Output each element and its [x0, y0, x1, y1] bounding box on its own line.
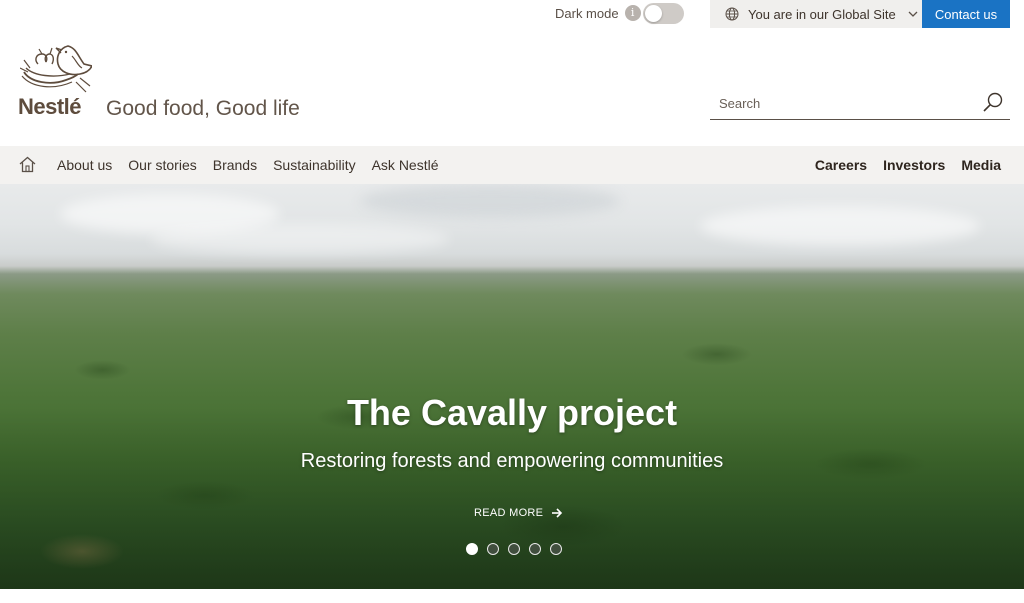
carousel-dot-3[interactable] [508, 543, 520, 555]
cloud [150, 224, 450, 254]
nav-investors[interactable]: Investors [883, 157, 945, 173]
cloud [360, 184, 620, 218]
info-icon[interactable]: i [624, 5, 641, 21]
site-selector-label: You are in our Global Site [748, 6, 896, 22]
nav-our-stories[interactable]: Our stories [128, 157, 196, 173]
nav-brands[interactable]: Brands [213, 157, 257, 173]
read-more-label: READ MORE [474, 507, 544, 519]
cloud [700, 206, 980, 246]
carousel-dot-4[interactable] [529, 543, 541, 555]
nest-birds-logo-icon [20, 45, 92, 93]
nav-about-us[interactable]: About us [57, 157, 112, 173]
secondary-nav-links: Careers Investors Media [799, 146, 1001, 184]
nav-ask-nestle[interactable]: Ask Nestlé [372, 157, 439, 173]
dark-mode-toggle[interactable] [643, 3, 684, 24]
nav-media[interactable]: Media [961, 157, 1001, 173]
globe-icon [725, 7, 739, 21]
logo-wordmark: Nestlé [18, 94, 82, 119]
carousel-pagination [466, 543, 571, 557]
site-selector[interactable]: You are in our Global Site [710, 0, 922, 28]
hero-title: The Cavally project [346, 392, 678, 433]
utility-bar: Dark mode i You are in our Global Site C… [0, 0, 1024, 28]
arrow-right-icon [552, 508, 563, 518]
carousel-dot-5[interactable] [550, 543, 562, 555]
tagline: Good food, Good life [106, 97, 300, 120]
contact-us-button[interactable]: Contact us [922, 0, 1010, 28]
hero-subtitle: Restoring forests and empowering communi… [300, 450, 724, 472]
dark-mode-control: Dark mode i [555, 3, 641, 23]
primary-nav-links: About us Our stories Brands Sustainabili… [57, 146, 455, 184]
carousel-dot-1[interactable] [466, 543, 478, 555]
nav-sustainability[interactable]: Sustainability [273, 157, 356, 173]
nestle-logo[interactable]: Nestlé [18, 42, 94, 120]
dark-mode-label: Dark mode [555, 5, 619, 21]
nav-careers[interactable]: Careers [815, 157, 867, 173]
toggle-knob [645, 5, 662, 22]
home-icon[interactable] [19, 156, 36, 173]
chevron-down-icon [908, 11, 918, 17]
hero-image-forest [0, 184, 1024, 589]
main-navigation: About us Our stories Brands Sustainabili… [0, 146, 1024, 184]
carousel-dot-2[interactable] [487, 543, 499, 555]
search-bar [710, 88, 1010, 120]
read-more-link[interactable]: READ MORE [474, 504, 563, 522]
search-input[interactable] [710, 89, 970, 118]
search-icon[interactable] [982, 91, 1004, 113]
